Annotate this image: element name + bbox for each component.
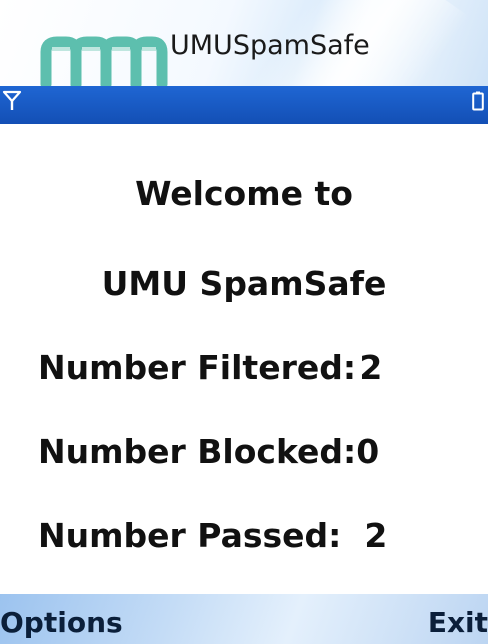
stat-filtered-label: Number Filtered: xyxy=(38,348,357,387)
stat-passed-label: Number Passed: xyxy=(38,516,342,555)
main-content: Welcome to UMU SpamSafe Number Filtered:… xyxy=(0,124,488,594)
app-name-heading: UMU SpamSafe xyxy=(101,264,387,303)
title-bar: UMUSpamSafe xyxy=(0,0,488,86)
umu-logo-icon xyxy=(40,36,168,86)
softkey-bar: Options Exit xyxy=(0,594,488,644)
status-bar xyxy=(0,86,488,124)
stat-number-filtered: Number Filtered: 2 xyxy=(38,348,382,387)
stat-blocked-label: Number Blocked: xyxy=(38,432,357,471)
battery-icon xyxy=(472,91,484,111)
stat-passed-value: 2 xyxy=(364,516,388,555)
stat-number-passed: Number Passed: 2 xyxy=(38,516,387,555)
options-softkey[interactable]: Options xyxy=(0,606,123,639)
app-title: UMUSpamSafe xyxy=(170,30,370,61)
exit-softkey[interactable]: Exit xyxy=(428,606,488,639)
stat-filtered-value: 2 xyxy=(359,348,383,387)
stat-number-blocked: Number Blocked:0 xyxy=(38,432,379,471)
welcome-heading: Welcome to xyxy=(135,174,353,213)
stat-blocked-value: 0 xyxy=(356,432,380,471)
signal-icon xyxy=(2,90,22,110)
